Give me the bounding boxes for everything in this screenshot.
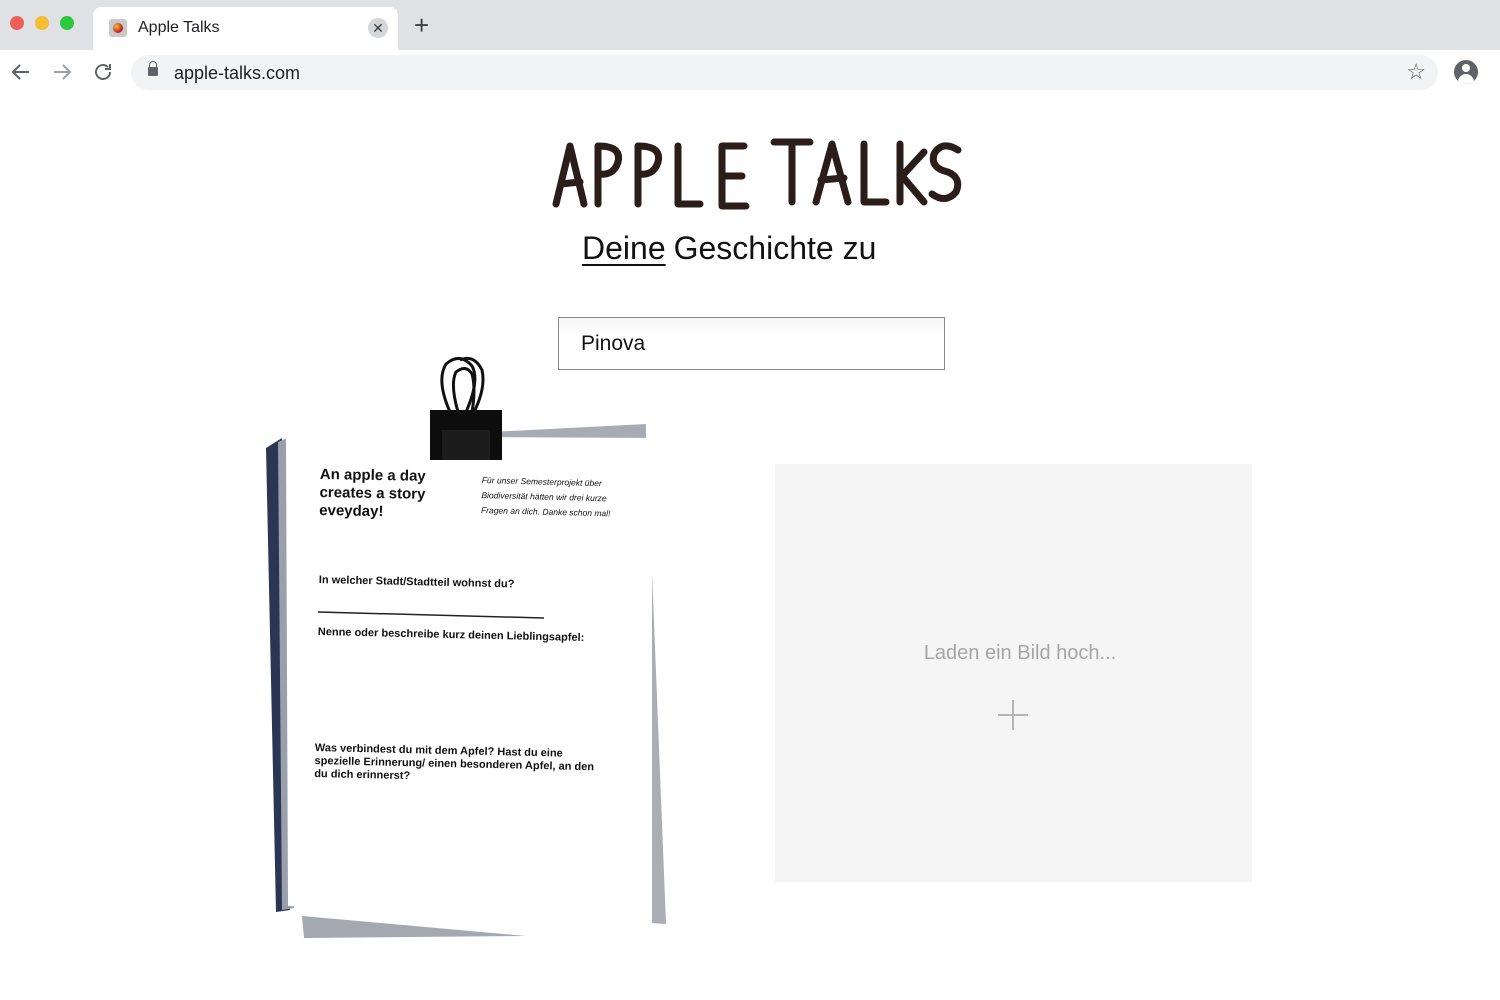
paper-intro: Für unser Semesterprojekt über Biodivers…: [480, 474, 611, 519]
profile-icon[interactable]: [1454, 60, 1478, 84]
paper-headline: An apple a day creates a story eveyday!: [319, 466, 426, 521]
image-upload-area[interactable]: Laden ein Bild hoch...: [775, 464, 1252, 882]
apple-talks-logo: [552, 138, 962, 210]
window-zoom-dot[interactable]: [60, 16, 74, 30]
plus-icon[interactable]: [998, 700, 1028, 730]
bookmark-star-icon[interactable]: ☆: [1406, 59, 1426, 85]
binder-clip-icon: [430, 356, 502, 460]
address-bar[interactable]: apple-talks.com ☆: [131, 55, 1438, 90]
paper-stack-illustration: [266, 356, 666, 938]
apple-favicon-icon: [109, 19, 127, 37]
subtitle-emphasis: Deine: [582, 230, 666, 266]
page-subtitle: Deine Geschichte zu: [582, 230, 876, 267]
reload-icon[interactable]: [91, 60, 115, 84]
window-close-dot[interactable]: [10, 16, 24, 30]
browser-tab[interactable]: Apple Talks ✕: [93, 7, 398, 50]
browser-toolbar: apple-talks.com ☆: [0, 50, 1500, 95]
questionnaire-paper: An apple a day creates a story eveyday! …: [260, 350, 680, 950]
url-text[interactable]: apple-talks.com: [174, 63, 300, 84]
tab-title: Apple Talks: [138, 19, 220, 36]
subtitle-text: Geschichte zu: [673, 230, 877, 266]
tab-close-icon[interactable]: ✕: [368, 18, 388, 38]
browser-tab-bar: Apple Talks ✕ +: [0, 0, 1500, 50]
lock-icon: [148, 61, 158, 76]
window-minimize-dot[interactable]: [35, 16, 49, 30]
question-3: Was verbindest du mit dem Apfel? Hast du…: [314, 742, 595, 783]
forward-arrow-icon[interactable]: [50, 60, 74, 84]
new-tab-icon[interactable]: +: [414, 12, 429, 38]
back-arrow-icon[interactable]: [9, 60, 33, 84]
upload-label: Laden ein Bild hoch...: [923, 642, 1117, 664]
